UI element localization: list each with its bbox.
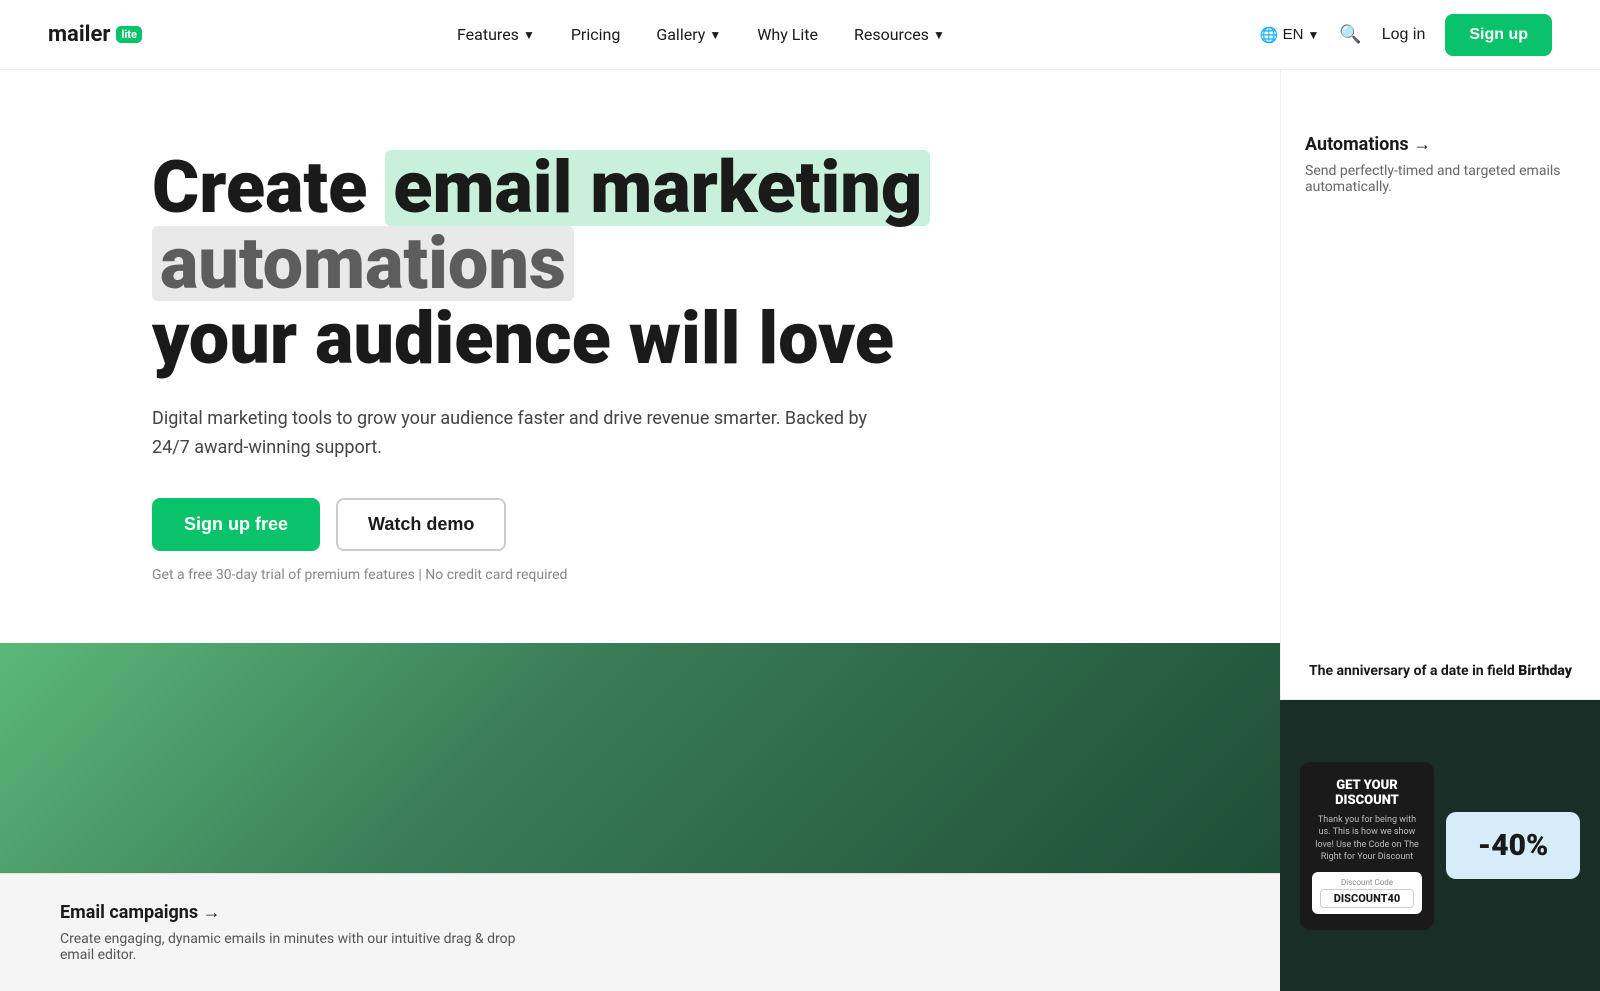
green-bg [0,643,1280,873]
search-icon: 🔍 [1339,24,1361,44]
nav-features[interactable]: Features ▼ [457,25,535,44]
globe-icon: 🌐 [1260,26,1279,44]
nav-links: Features ▼ Pricing Gallery ▼ Why Lite Re… [457,25,945,44]
anniversary-text: The anniversary of a date in field Birth… [1305,663,1576,679]
page-container: mailer lite Features ▼ Pricing Gallery ▼… [0,0,1600,991]
chevron-down-icon: ▼ [933,28,945,42]
discount-body: Thank you for being with us. This is how… [1312,814,1422,864]
discount-title: GET YOUR DISCOUNT [1312,778,1422,808]
highlight-email-marketing: email marketing [385,150,930,226]
discount-section: GET YOUR DISCOUNT Thank you for being wi… [1280,700,1600,991]
automations-info: Automations → Send perfectly-timed and t… [1281,110,1600,239]
nav-right: 🌐 EN ▼ 🔍 Log in Sign up [1260,14,1552,56]
bottom-left: Email campaigns → Create engaging, dynam… [0,643,1280,991]
chevron-down-icon: ▼ [523,28,535,42]
bottom-section: Email campaigns → Create engaging, dynam… [0,643,1600,991]
signup-button[interactable]: Sign up [1445,14,1552,56]
language-selector[interactable]: 🌐 EN ▼ [1260,26,1319,44]
discount-percentage: -40% [1458,828,1568,863]
logo-badge: lite [116,26,142,43]
automations-desc: Send perfectly-timed and targeted emails… [1305,163,1576,195]
hero-headline: Create email marketing automations your … [152,150,1052,377]
automations-title[interactable]: Automations → [1305,134,1576,155]
nav-resources[interactable]: Resources ▼ [854,25,945,44]
highlight-automations: automations [152,226,574,302]
right-panel: Automations → Send perfectly-timed and t… [1280,70,1600,643]
email-campaigns-bar: Email campaigns → Create engaging, dynam… [0,873,1280,991]
discount-card-light: -40% [1446,812,1580,879]
discount-code-value: DISCOUNT40 [1320,889,1414,908]
dark-right-panel: The anniversary of a date in field Birth… [1280,643,1600,991]
nav-why-lite[interactable]: Why Lite [757,25,818,44]
navigation: mailer lite Features ▼ Pricing Gallery ▼… [0,0,1600,70]
discount-code-label: Discount Code [1320,878,1414,887]
email-campaigns-desc: Create engaging, dynamic emails in minut… [60,931,540,963]
anniversary-card: The anniversary of a date in field Birth… [1280,643,1600,700]
cta-buttons: Sign up free Watch demo [152,498,1128,551]
chevron-down-icon: ▼ [1307,28,1319,42]
email-campaigns-title[interactable]: Email campaigns → [60,902,1220,923]
logo[interactable]: mailer lite [48,22,142,47]
signup-free-button[interactable]: Sign up free [152,498,320,551]
hero-subtext: Digital marketing tools to grow your aud… [152,405,872,463]
login-button[interactable]: Log in [1382,26,1426,44]
watch-demo-button[interactable]: Watch demo [336,498,506,551]
logo-text: mailer [48,22,110,47]
discount-code-box: Discount Code DISCOUNT40 [1312,872,1422,914]
hero-section: Create email marketing automations your … [0,70,1600,643]
nav-gallery[interactable]: Gallery ▼ [656,25,721,44]
discount-card-dark: GET YOUR DISCOUNT Thank you for being wi… [1300,762,1434,930]
chevron-down-icon: ▼ [709,28,721,42]
nav-pricing[interactable]: Pricing [571,25,621,44]
trial-note: Get a free 30-day trial of premium featu… [152,567,1128,583]
hero-content: Create email marketing automations your … [0,70,1280,643]
search-button[interactable]: 🔍 [1339,24,1361,45]
